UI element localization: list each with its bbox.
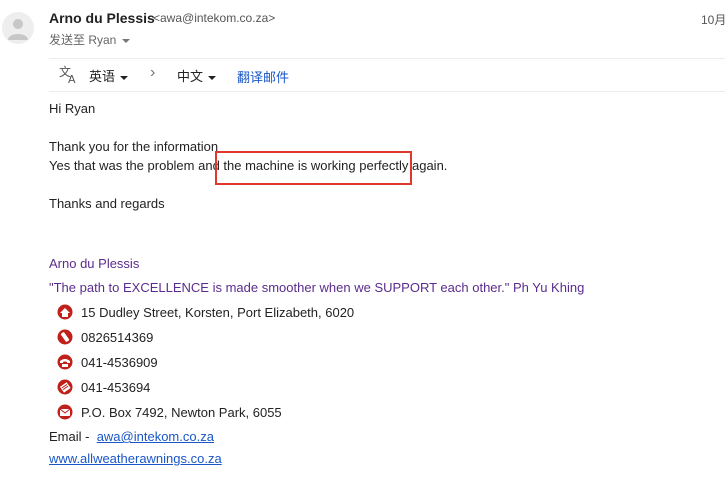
translate-message-link[interactable]: 翻译邮件 <box>237 67 289 86</box>
chevron-right-icon: › <box>150 64 156 81</box>
signature-postal-row: P.O. Box 7492, Newton Park, 6055 <box>57 404 282 420</box>
sender-name[interactable]: Arno du Plessis <box>49 10 155 26</box>
signature-address-row: 15 Dudley Street, Korsten, Port Elizabet… <box>57 304 354 320</box>
mobile-phone-icon <box>57 329 73 345</box>
recipient-dropdown[interactable]: 发送至 Ryan <box>49 31 131 48</box>
greeting: Hi Ryan <box>49 101 96 116</box>
chevron-down-icon <box>208 75 217 80</box>
website-link[interactable]: www.allweatherawnings.co.za <box>49 451 222 466</box>
telephone-icon <box>57 354 73 370</box>
signature-mobile: 0826514369 <box>81 330 154 345</box>
signature-phone-row: 041-4536909 <box>57 354 158 370</box>
signature-fax: 041-453694 <box>81 380 151 395</box>
signature-address: 15 Dudley Street, Korsten, Port Elizabet… <box>81 305 355 320</box>
translate-icon: 文 A <box>58 63 80 86</box>
signature-name: Arno du Plessis <box>49 256 140 271</box>
signature-phone: 041-4536909 <box>81 355 158 370</box>
signature-quote: "The path to EXCELLENCE is made smoother… <box>49 280 585 295</box>
message-date: 10月 <box>701 13 725 27</box>
sender-email: <awa@intekom.co.za> <box>153 11 276 25</box>
signature-fax-row: 041-453694 <box>57 379 150 395</box>
target-language-dropdown[interactable]: 中文 <box>177 66 217 85</box>
sender-avatar[interactable] <box>2 12 34 44</box>
closing: Thanks and regards <box>49 196 165 211</box>
signature-postal: P.O. Box 7492, Newton Park, 6055 <box>81 405 282 420</box>
highlight-box <box>215 151 412 185</box>
fax-icon <box>57 379 73 395</box>
recipient-label: 发送至 Ryan <box>49 33 117 47</box>
chevron-down-icon <box>122 38 131 43</box>
body-line-1: Thank you for the information <box>49 139 219 154</box>
email-link[interactable]: awa@intekom.co.za <box>97 429 214 444</box>
house-icon <box>57 304 73 320</box>
chevron-down-icon <box>120 75 129 80</box>
envelope-icon <box>57 404 73 420</box>
signature-email-row: Email - awa@intekom.co.za <box>49 429 214 444</box>
person-icon <box>8 19 28 40</box>
email-label: Email - <box>49 429 90 444</box>
source-language-label: 英语 <box>89 69 116 84</box>
source-language-dropdown[interactable]: 英语 <box>89 66 129 85</box>
target-language-label: 中文 <box>177 69 204 84</box>
signature-mobile-row: 0826514369 <box>57 329 153 345</box>
svg-text:A: A <box>68 73 76 85</box>
